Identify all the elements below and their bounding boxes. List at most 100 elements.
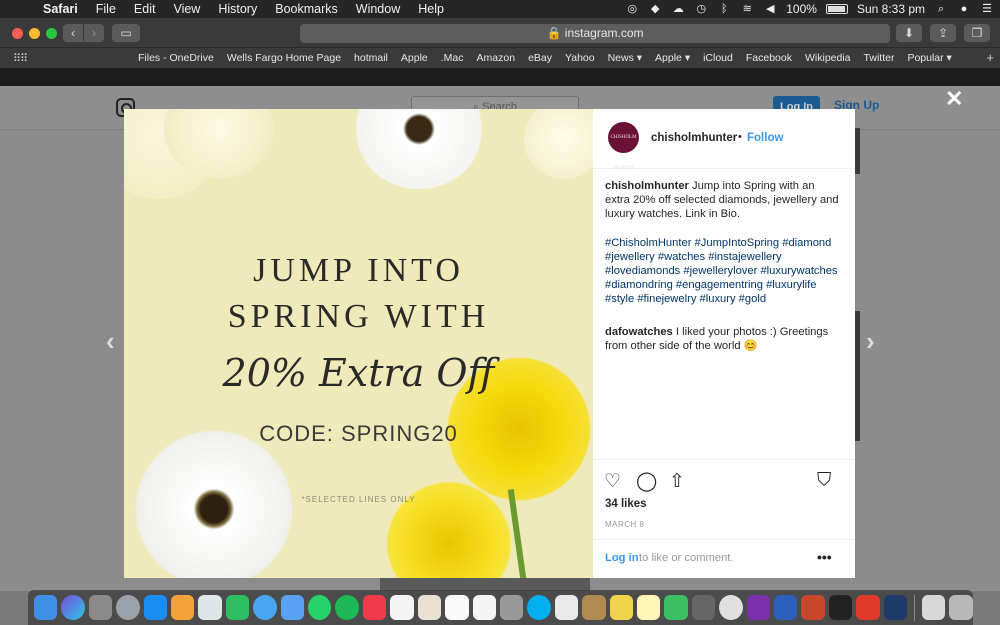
downloads-icon[interactable]: ⬇ — [896, 24, 922, 42]
safari-icon[interactable] — [253, 595, 277, 620]
activity-monitor-icon[interactable] — [828, 595, 853, 620]
previous-post-arrow-icon[interactable]: ‹ — [106, 326, 115, 357]
finder-icon[interactable] — [34, 595, 58, 620]
spotify-icon[interactable] — [335, 595, 359, 620]
favorite-item[interactable]: Yahoo — [565, 52, 595, 64]
dropbox-icon[interactable]: ◆ — [648, 3, 662, 15]
post-username[interactable]: chisholmhunter — [651, 132, 737, 144]
menu-help[interactable]: Help — [409, 2, 453, 16]
notification-center-icon[interactable]: ☰ — [980, 3, 994, 15]
avatar[interactable]: CHISHOLM HUNTER — [608, 122, 639, 171]
menu-bookmarks[interactable]: Bookmarks — [266, 2, 347, 16]
minimize-window-button[interactable] — [29, 28, 40, 39]
favorite-item[interactable]: Wikipedia — [805, 52, 851, 64]
dock-separator — [914, 594, 915, 621]
address-bar[interactable]: 🔒 instagram.com — [300, 24, 890, 43]
post-caption: chisholmhunter Jump into Spring with an … — [605, 179, 841, 221]
favorite-item[interactable]: .Mac — [441, 52, 464, 64]
launchpad-icon[interactable] — [116, 595, 140, 620]
favorite-item[interactable]: Wells Fargo Home Page — [227, 52, 341, 64]
comment-username[interactable]: dafowatches — [605, 326, 673, 338]
sidebar-toggle-icon[interactable]: ▭ — [112, 24, 140, 42]
evernote-icon[interactable] — [225, 595, 250, 620]
text-edit-icon[interactable] — [554, 595, 579, 620]
menu-file[interactable]: File — [87, 2, 125, 16]
close-modal-icon[interactable]: ✕ — [945, 86, 963, 112]
skype-icon[interactable] — [527, 595, 551, 620]
photo-booth-icon[interactable] — [719, 595, 743, 620]
follow-button[interactable]: Follow — [747, 132, 783, 144]
forward-button[interactable]: › — [84, 24, 104, 42]
comment-bubble-icon[interactable]: ◯ — [636, 470, 657, 493]
facetime-icon[interactable] — [664, 595, 688, 620]
next-post-arrow-icon[interactable]: › — [866, 326, 875, 357]
likes-count[interactable]: 34 likes — [605, 498, 647, 510]
heart-icon[interactable]: ♡ — [604, 470, 621, 493]
more-options-icon[interactable]: ••• — [817, 549, 832, 565]
menu-clock[interactable]: Sun 8:33 pm — [857, 2, 925, 16]
photoshop-icon[interactable] — [883, 595, 907, 620]
menu-edit[interactable]: Edit — [125, 2, 165, 16]
bluetooth-icon[interactable]: ᛒ — [717, 3, 731, 15]
favorite-item[interactable]: Apple — [401, 52, 428, 64]
favorite-item[interactable]: hotmail — [354, 52, 388, 64]
login-link[interactable]: Log in — [605, 552, 639, 564]
top-sites-icon[interactable]: ⠿⠿ — [13, 52, 28, 65]
system-preferences-icon[interactable] — [88, 595, 113, 620]
contacts-icon[interactable] — [582, 595, 606, 620]
favorite-item[interactable]: Facebook — [746, 52, 792, 64]
powerpoint-icon[interactable] — [801, 595, 825, 620]
spotlight-search-icon[interactable]: ⌕ — [934, 3, 948, 15]
new-tab-plus-icon[interactable]: + — [986, 50, 994, 65]
photos-icon[interactable] — [417, 595, 442, 620]
wifi-icon[interactable]: ≋ — [740, 3, 754, 15]
script-icon[interactable] — [499, 595, 524, 620]
back-button[interactable]: ‹ — [63, 24, 83, 42]
app-store-icon[interactable] — [143, 595, 168, 620]
siri-icon[interactable] — [61, 595, 85, 620]
whatsapp-icon[interactable] — [308, 595, 332, 620]
image-capture-icon[interactable] — [691, 595, 716, 620]
menu-history[interactable]: History — [209, 2, 266, 16]
favorite-item[interactable]: Amazon — [477, 52, 516, 64]
menu-window[interactable]: Window — [347, 2, 409, 16]
bookmark-icon[interactable]: ⛉ — [817, 470, 831, 492]
favorite-item[interactable]: Popular ▾ — [907, 52, 951, 64]
preview-icon[interactable] — [198, 595, 222, 620]
siri-icon[interactable]: ● — [957, 3, 971, 15]
favorite-item[interactable]: eBay — [528, 52, 552, 64]
onenote-icon[interactable] — [746, 595, 770, 620]
close-window-button[interactable] — [12, 28, 23, 39]
downloads-stack-icon[interactable] — [921, 595, 946, 620]
favorite-item[interactable]: Apple ▾ — [655, 52, 690, 64]
news-icon[interactable] — [362, 595, 387, 620]
menu-view[interactable]: View — [164, 2, 209, 16]
cloud-upload-icon[interactable]: ☁ — [671, 3, 685, 15]
battery-icon[interactable] — [825, 4, 848, 14]
acrobat-icon[interactable] — [856, 595, 880, 620]
creative-cloud-icon[interactable]: ◎ — [625, 3, 639, 15]
calendar-icon[interactable] — [445, 595, 469, 620]
favorite-item[interactable]: Files - OneDrive — [138, 52, 214, 64]
menu-app-safari[interactable]: Safari — [34, 2, 87, 16]
show-tabs-icon[interactable]: ❐ — [964, 24, 990, 42]
post-modal: JUMP INTO SPRING WITH 20% Extra Off CODE… — [124, 109, 855, 578]
favorite-item[interactable]: News ▾ — [608, 52, 642, 64]
time-machine-icon[interactable]: ◷ — [694, 3, 708, 15]
trash-icon[interactable] — [949, 595, 973, 620]
favorite-item[interactable]: iCloud — [703, 52, 733, 64]
music-icon[interactable] — [390, 595, 414, 620]
caption-username[interactable]: chisholmhunter — [605, 180, 689, 192]
stickies-icon[interactable] — [609, 595, 633, 620]
fullscreen-window-button[interactable] — [46, 28, 57, 39]
notes-icon[interactable] — [636, 595, 661, 620]
volume-icon[interactable]: ◀ — [763, 3, 777, 15]
word-icon[interactable] — [773, 595, 798, 620]
reminders-icon[interactable] — [472, 595, 496, 620]
books-icon[interactable] — [171, 595, 195, 620]
share-icon[interactable]: ⇧ — [669, 470, 685, 493]
favorite-item[interactable]: Twitter — [864, 52, 895, 64]
messages-icon[interactable] — [280, 595, 305, 620]
post-hashtags[interactable]: #ChisholmHunter #JumpIntoSpring #diamond… — [605, 236, 841, 306]
share-icon[interactable]: ⇪ — [930, 24, 956, 42]
